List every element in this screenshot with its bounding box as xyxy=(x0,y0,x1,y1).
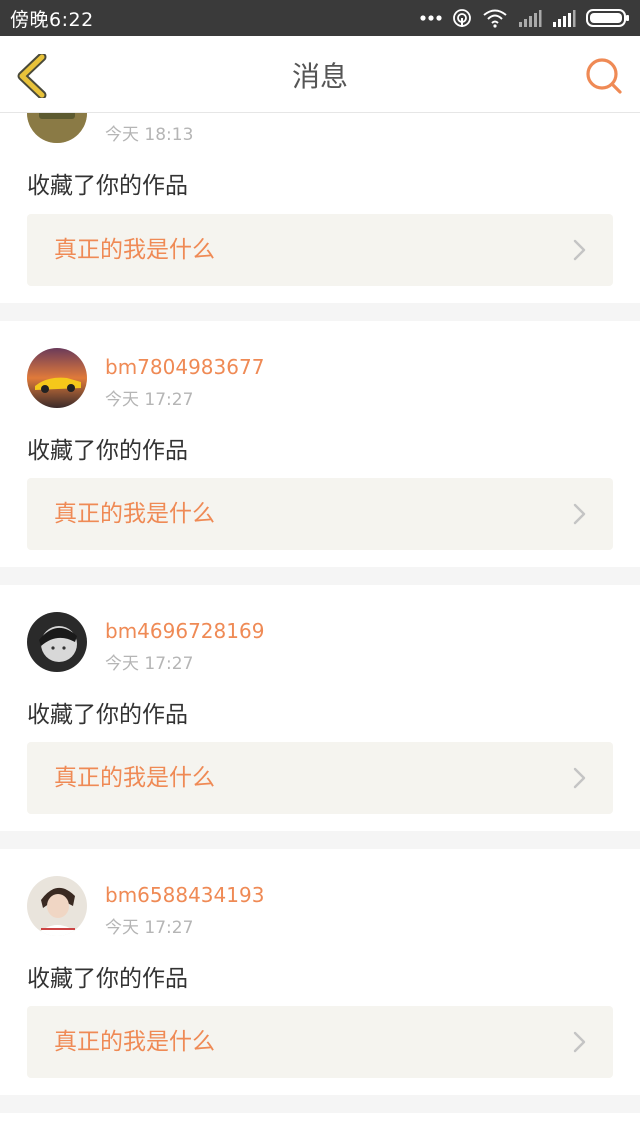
avatar[interactable] xyxy=(27,113,87,143)
nav-bar: 消息 xyxy=(0,36,640,113)
battery-icon xyxy=(586,9,629,27)
work-title: 真正的我是什么 xyxy=(54,237,215,263)
message-time: 今天 18:13 xyxy=(105,125,194,145)
message-card: 今天 18:13 收藏了你的作品 真正的我是什么 xyxy=(0,113,640,303)
message-time: 今天 17:27 xyxy=(105,654,194,674)
more-dots-icon xyxy=(420,15,442,21)
message-card xyxy=(0,1113,640,1138)
chevron-right-icon xyxy=(573,503,586,525)
status-icons xyxy=(420,8,630,28)
message-card: bm4696728169 今天 17:27 收藏了你的作品 真正的我是什么 xyxy=(0,585,640,831)
action-text: 收藏了你的作品 xyxy=(27,702,188,728)
action-text: 收藏了你的作品 xyxy=(27,966,188,992)
avatar[interactable] xyxy=(27,876,87,936)
message-card: bm7804983677 今天 17:27 收藏了你的作品 真正的我是什么 xyxy=(0,321,640,567)
message-time: 今天 17:27 xyxy=(105,918,194,938)
avatar[interactable] xyxy=(27,348,87,408)
work-link[interactable]: 真正的我是什么 xyxy=(27,742,613,814)
signal-icon xyxy=(553,10,576,27)
message-card: bm6588434193 今天 17:27 收藏了你的作品 真正的我是什么 xyxy=(0,849,640,1095)
wifi-icon xyxy=(483,9,507,28)
work-link[interactable]: 真正的我是什么 xyxy=(27,478,613,550)
signal-icon xyxy=(519,10,542,27)
chevron-right-icon xyxy=(573,767,586,789)
message-time: 今天 17:27 xyxy=(105,390,194,410)
status-bar: 傍晚6:22 xyxy=(0,0,640,36)
username[interactable]: bm7804983677 xyxy=(105,355,264,379)
chevron-right-icon xyxy=(573,239,586,261)
message-feed[interactable]: 今天 18:13 收藏了你的作品 真正的我是什么 bm7804983677 今天… xyxy=(0,113,640,1138)
action-text: 收藏了你的作品 xyxy=(27,173,188,199)
work-title: 真正的我是什么 xyxy=(54,1029,215,1055)
username[interactable]: bm4696728169 xyxy=(105,619,264,643)
avatar[interactable] xyxy=(27,612,87,672)
chevron-right-icon xyxy=(573,1031,586,1053)
work-link[interactable]: 真正的我是什么 xyxy=(27,1006,613,1078)
hotspot-icon xyxy=(453,9,471,27)
work-title: 真正的我是什么 xyxy=(54,501,215,527)
action-text: 收藏了你的作品 xyxy=(27,438,188,464)
status-time: 傍晚6:22 xyxy=(10,8,94,31)
work-link[interactable]: 真正的我是什么 xyxy=(27,214,613,286)
username[interactable]: bm6588434193 xyxy=(105,883,264,907)
page-title: 消息 xyxy=(291,59,348,93)
work-title: 真正的我是什么 xyxy=(54,765,215,791)
search-icon[interactable] xyxy=(584,56,624,96)
